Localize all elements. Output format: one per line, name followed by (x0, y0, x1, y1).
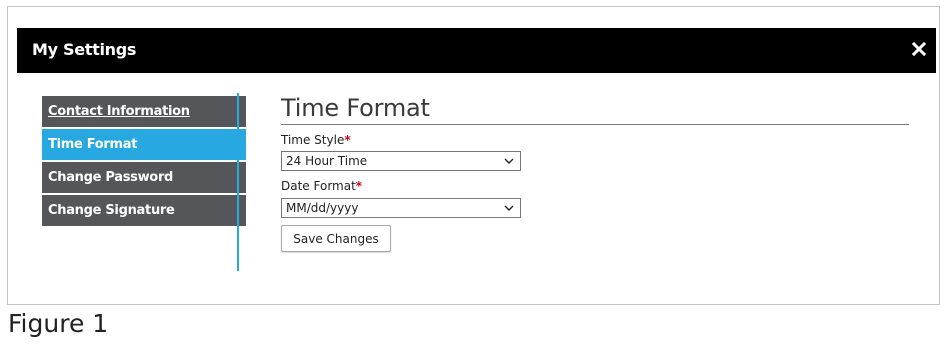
nav-item-change-signature[interactable]: Change Signature (42, 195, 246, 226)
nav-item-time-format[interactable]: Time Format (42, 129, 246, 160)
date-format-value: MM/dd/yyyy (286, 201, 359, 215)
date-format-label-text: Date Format (281, 179, 356, 193)
time-style-value: 24 Hour Time (286, 154, 368, 168)
save-changes-button[interactable]: Save Changes (281, 225, 391, 252)
dialog-title: My Settings (32, 40, 137, 59)
date-format-label: Date Format* (281, 179, 362, 193)
time-style-label: Time Style* (281, 133, 351, 147)
time-format-panel: Time Format Time Style* 24 Hour Time Dat… (281, 94, 911, 252)
required-mark: * (344, 133, 351, 147)
time-style-label-text: Time Style (281, 133, 345, 147)
heading-divider (281, 124, 909, 125)
nav-item-contact-information[interactable]: Contact Information (42, 96, 246, 127)
settings-dialog: My Settings Contact Information Time For… (17, 28, 936, 271)
nav-item-change-password[interactable]: Change Password (42, 162, 246, 193)
close-icon[interactable] (908, 38, 930, 60)
settings-nav: Contact Information Time Format Change P… (42, 96, 247, 228)
time-style-select[interactable]: 24 Hour Time (281, 151, 521, 171)
nav-divider (237, 93, 239, 271)
required-mark: * (355, 179, 363, 193)
page-title: Time Format (281, 94, 430, 122)
chevron-down-icon (504, 205, 514, 211)
chevron-down-icon (504, 158, 514, 164)
date-format-select[interactable]: MM/dd/yyyy (281, 198, 521, 218)
figure-caption: Figure 1 (8, 309, 109, 338)
dialog-titlebar: My Settings (17, 28, 936, 73)
